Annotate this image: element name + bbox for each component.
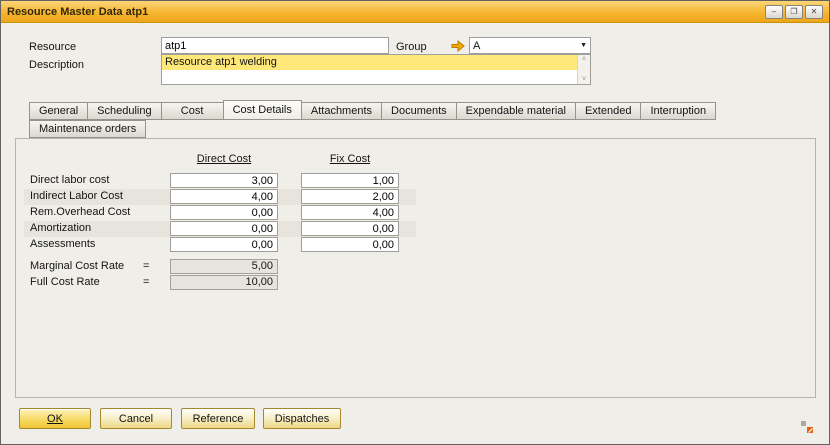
- direct-cost-input[interactable]: [170, 173, 278, 188]
- tab-cost-details[interactable]: Cost Details: [223, 100, 302, 120]
- form-resize-icon[interactable]: [800, 420, 814, 434]
- cost-row-label: Direct labor cost: [30, 174, 109, 186]
- direct-cost-input[interactable]: [170, 237, 278, 252]
- summary-label: Full Cost Rate: [30, 276, 100, 288]
- resource-input[interactable]: [161, 37, 389, 54]
- fix-cost-input[interactable]: [301, 173, 399, 188]
- fix-cost-header: Fix Cost: [301, 153, 399, 165]
- direct-cost-input[interactable]: [170, 189, 278, 204]
- ok-button-label: OK: [47, 413, 63, 425]
- fix-cost-input[interactable]: [301, 205, 399, 220]
- cancel-button[interactable]: Cancel: [100, 408, 172, 429]
- resource-label: Resource: [29, 41, 76, 53]
- tab-strip-row2: Maintenance orders: [29, 120, 146, 138]
- window-controls: – ❐ ✕: [765, 5, 823, 19]
- tab-extended[interactable]: Extended: [576, 102, 641, 120]
- cost-row-label: Assessments: [30, 238, 95, 250]
- tab-interruption[interactable]: Interruption: [641, 102, 716, 120]
- marginal-cost-rate-value: 5,00: [170, 259, 278, 274]
- fix-cost-input[interactable]: [301, 237, 399, 252]
- dispatches-button[interactable]: Dispatches: [263, 408, 341, 429]
- cost-row: Assessments: [24, 237, 416, 253]
- titlebar[interactable]: Resource Master Data atp1 – ❐ ✕: [1, 1, 829, 23]
- description-value: Resource atp1 welding: [162, 55, 577, 70]
- tab-attachments[interactable]: Attachments: [302, 102, 382, 120]
- tab-expendable-material[interactable]: Expendable material: [457, 102, 576, 120]
- link-arrow-icon[interactable]: [451, 40, 465, 52]
- cost-details-panel: Direct Cost Fix Cost Direct labor cost I…: [15, 138, 816, 398]
- summary-row: Full Cost Rate = 10,00: [24, 275, 416, 291]
- cost-row: Rem.Overhead Cost: [24, 205, 416, 221]
- restore-icon: ❐: [790, 8, 797, 16]
- scroll-up-icon[interactable]: ˄: [582, 56, 586, 63]
- window-title: Resource Master Data atp1: [7, 6, 148, 18]
- tab-strip: General Scheduling Cost Cost Details Att…: [29, 100, 716, 120]
- chevron-down-icon: ▼: [580, 42, 590, 49]
- close-button[interactable]: ✕: [805, 5, 823, 19]
- cost-row: Indirect Labor Cost: [24, 189, 416, 205]
- close-icon: ✕: [811, 8, 818, 16]
- description-label: Description: [29, 59, 84, 71]
- group-label: Group: [396, 41, 427, 53]
- cost-row-label: Indirect Labor Cost: [30, 190, 123, 202]
- description-input[interactable]: Resource atp1 welding ˄ ˅: [161, 54, 591, 85]
- direct-cost-input[interactable]: [170, 205, 278, 220]
- description-scrollbar: ˄ ˅: [577, 55, 590, 84]
- restore-button[interactable]: ❐: [785, 5, 803, 19]
- group-select[interactable]: A ▼: [469, 37, 591, 54]
- cost-row: Direct labor cost: [24, 173, 416, 189]
- equals-sign: =: [143, 260, 149, 272]
- fix-cost-input[interactable]: [301, 189, 399, 204]
- minimize-icon: –: [772, 8, 776, 16]
- ok-button[interactable]: OK: [19, 408, 91, 429]
- full-cost-rate-value: 10,00: [170, 275, 278, 290]
- direct-cost-input[interactable]: [170, 221, 278, 236]
- tab-cost[interactable]: Cost: [162, 102, 224, 120]
- dispatches-button-label: Dispatches: [275, 413, 329, 425]
- group-value: A: [473, 40, 480, 52]
- minimize-button[interactable]: –: [765, 5, 783, 19]
- cost-row-label: Rem.Overhead Cost: [30, 206, 130, 218]
- direct-cost-header: Direct Cost: [170, 153, 278, 165]
- cost-row: Amortization: [24, 221, 416, 237]
- scroll-down-icon[interactable]: ˅: [582, 76, 586, 83]
- cancel-button-label: Cancel: [119, 413, 153, 425]
- equals-sign: =: [143, 276, 149, 288]
- reference-button[interactable]: Reference: [181, 408, 255, 429]
- tab-maintenance-orders[interactable]: Maintenance orders: [29, 120, 146, 138]
- summary-label: Marginal Cost Rate: [30, 260, 124, 272]
- cost-row-label: Amortization: [30, 222, 91, 234]
- tab-documents[interactable]: Documents: [382, 102, 457, 120]
- tab-scheduling[interactable]: Scheduling: [88, 102, 161, 120]
- resource-master-data-window: Resource Master Data atp1 – ❐ ✕ Resource…: [0, 0, 830, 445]
- reference-button-label: Reference: [193, 413, 244, 425]
- fix-cost-input[interactable]: [301, 221, 399, 236]
- summary-row: Marginal Cost Rate = 5,00: [24, 259, 416, 275]
- tab-general[interactable]: General: [29, 102, 88, 120]
